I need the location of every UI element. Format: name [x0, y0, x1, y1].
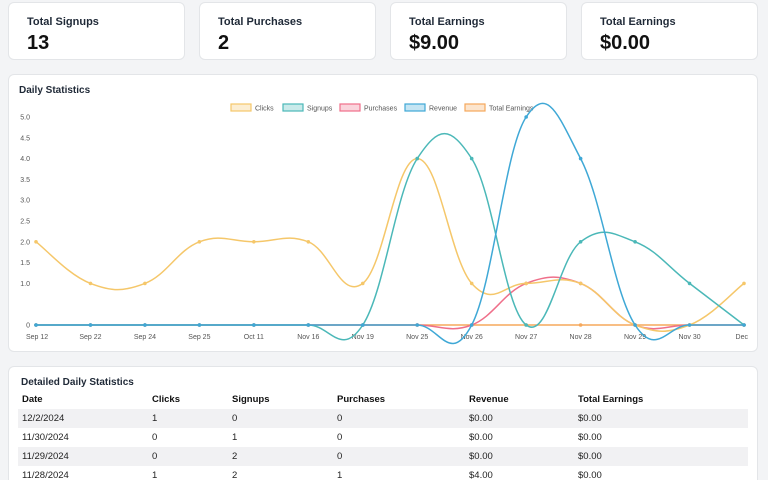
stat-card-earnings: Total Earnings $9.00: [390, 2, 567, 60]
stat-value: $9.00: [409, 32, 460, 54]
cell-date: 12/2/2024: [18, 409, 148, 428]
stat-label: Total Earnings: [409, 16, 485, 28]
table-row: 11/28/2024 1 2 1 $4.00 $0.00: [18, 466, 748, 480]
cell-date: 11/30/2024: [22, 432, 69, 443]
cell-clicks: 0: [148, 447, 228, 466]
daily-statistics-card: Daily Statistics: [8, 74, 758, 352]
cell-signups: 0: [228, 409, 333, 428]
stat-card-purchases: Total Purchases 2: [199, 2, 376, 60]
cell-purchases: 0: [337, 432, 343, 443]
daily-statistics-table: Date Clicks Signups Purchases Revenue To…: [18, 389, 748, 480]
table-row: 12/2/2024 1 0 0 $0.00 $0.00: [18, 409, 748, 428]
cell-clicks: 1: [152, 470, 158, 480]
table-title: Detailed Daily Statistics: [21, 377, 134, 388]
stat-label: Total Purchases: [218, 16, 303, 28]
column-header-clicks[interactable]: Clicks: [148, 389, 228, 409]
cell-total-earnings: $0.00: [574, 447, 748, 466]
stat-card-earnings-2: Total Earnings $0.00: [581, 2, 758, 60]
stat-card-signups: Total Signups 13: [8, 2, 185, 60]
cell-total-earnings: $0.00: [578, 432, 602, 443]
cell-purchases: 0: [333, 409, 465, 428]
cell-clicks: 0: [152, 432, 158, 443]
cell-date: 11/29/2024: [18, 447, 148, 466]
cell-total-earnings: $0.00: [578, 470, 602, 480]
cell-clicks: 1: [148, 409, 228, 428]
column-header-date[interactable]: Date: [18, 389, 148, 409]
stat-value: 2: [218, 32, 230, 54]
cell-revenue: $0.00: [469, 432, 493, 443]
cell-total-earnings: $0.00: [574, 409, 748, 428]
cell-signups: 2: [228, 447, 333, 466]
column-header-signups[interactable]: Signups: [228, 389, 333, 409]
cell-signups: 1: [232, 432, 238, 443]
stat-label: Total Signups: [27, 16, 99, 28]
cell-revenue: $0.00: [465, 409, 574, 428]
chart-title: Daily Statistics: [19, 85, 91, 96]
table-row: 11/30/2024 0 1 0 $0.00 $0.00: [18, 428, 748, 447]
table-header-row: Date Clicks Signups Purchases Revenue To…: [18, 389, 748, 409]
column-header-purchases[interactable]: Purchases: [333, 389, 465, 409]
cell-revenue: $0.00: [465, 447, 574, 466]
stat-value: $0.00: [600, 32, 651, 54]
table-row: 11/29/2024 0 2 0 $0.00 $0.00: [18, 447, 748, 466]
stat-label: Total Earnings: [600, 16, 676, 28]
cell-purchases: 0: [333, 447, 465, 466]
stat-value: 13: [27, 32, 50, 54]
cell-date: 11/28/2024: [22, 470, 69, 480]
cell-revenue: $4.00: [469, 470, 493, 480]
cell-signups: 2: [232, 470, 238, 480]
cell-purchases: 1: [337, 470, 343, 480]
column-header-total-earnings[interactable]: Total Earnings: [574, 389, 748, 409]
column-header-revenue[interactable]: Revenue: [465, 389, 574, 409]
